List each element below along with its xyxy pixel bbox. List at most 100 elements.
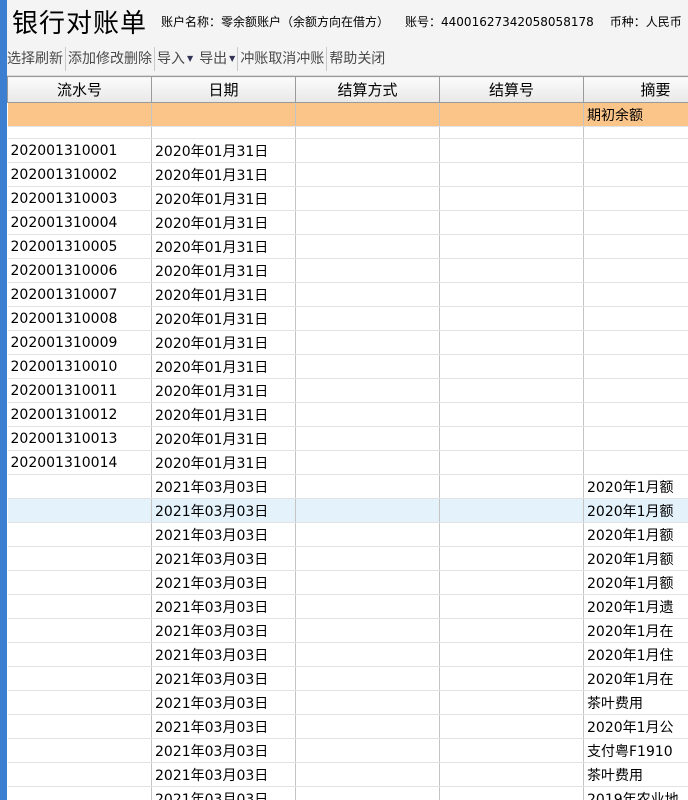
delete-button[interactable]: 删除: [124, 46, 152, 72]
select-button[interactable]: 选择: [7, 46, 35, 72]
export-dropdown-button[interactable]: 导出 ▼: [199, 46, 235, 72]
cancel-reverse-button[interactable]: 取消冲账: [268, 46, 324, 72]
cell-settlement-number: [439, 498, 584, 523]
cell-settlement-number: [439, 354, 584, 379]
table-row[interactable]: 202001310004 2020年01月31日: [7, 210, 688, 235]
cell-serial: [7, 498, 152, 523]
cell-memo: [583, 186, 688, 211]
cell-serial: [7, 594, 152, 619]
table-row[interactable]: 202001310001 2020年01月31日: [7, 138, 688, 163]
table-row[interactable]: 202001310006 2020年01月31日: [7, 258, 688, 283]
table-row[interactable]: 202001310012 2020年01月31日: [7, 402, 688, 427]
cell-memo: 2020年1月在: [583, 618, 688, 643]
table-row[interactable]: 202001310005 2020年01月31日: [7, 234, 688, 259]
cell-date: 2021年03月03日: [151, 570, 296, 595]
table-row[interactable]: 202001310013 2020年01月31日: [7, 426, 688, 451]
cell-date: 2020年01月31日: [151, 138, 296, 163]
cell-settlement-number: [439, 474, 584, 499]
cell-memo: [583, 378, 688, 403]
cell-date: 2020年01月31日: [151, 450, 296, 475]
column-header-date[interactable]: 日期: [151, 76, 296, 103]
table-row[interactable]: 202001310014 2020年01月31日: [7, 450, 688, 475]
cell-settlement-number: [439, 402, 584, 427]
cell-memo: 2020年1月额: [583, 474, 688, 499]
column-header-settlement-method[interactable]: 结算方式: [295, 76, 440, 103]
cell-settlement-number: [439, 738, 584, 763]
cell-settlement-number: [439, 618, 584, 643]
statement-grid[interactable]: 流水号 日期 结算方式 结算号 摘要 期初余额 202001310001 2020…: [7, 76, 688, 800]
table-row[interactable]: 2021年03月03日 2020年1月住: [7, 642, 688, 667]
close-button[interactable]: 关闭: [357, 46, 385, 72]
edit-button[interactable]: 修改: [96, 46, 124, 72]
cell-settlement-number: [439, 450, 584, 475]
import-dropdown-button[interactable]: 导入 ▼: [157, 46, 193, 72]
table-row[interactable]: 2021年03月03日 2020年1月在: [7, 666, 688, 691]
cell-date: 2021年03月03日: [151, 690, 296, 715]
table-row[interactable]: 2021年03月03日 2019年农业地: [7, 786, 688, 800]
cell-serial: 202001310007: [7, 282, 152, 307]
table-row[interactable]: 202001310002 2020年01月31日: [7, 162, 688, 187]
table-row[interactable]: 2021年03月03日 茶叶费用: [7, 690, 688, 715]
table-row[interactable]: 202001310010 2020年01月31日: [7, 354, 688, 379]
refresh-button[interactable]: 刷新: [35, 46, 63, 72]
table-row[interactable]: 2021年03月03日 2020年1月额: [7, 474, 688, 499]
cell-date: 2021年03月03日: [151, 498, 296, 523]
help-button[interactable]: 帮助: [329, 46, 357, 72]
cell-date: 2020年01月31日: [151, 234, 296, 259]
table-row[interactable]: 2021年03月03日 茶叶费用: [7, 762, 688, 787]
cell-memo: [583, 162, 688, 187]
table-row[interactable]: 202001310008 2020年01月31日: [7, 306, 688, 331]
cell-serial: 202001310002: [7, 162, 152, 187]
table-row[interactable]: 202001310007 2020年01月31日: [7, 282, 688, 307]
table-row[interactable]: 2021年03月03日 2020年1月在: [7, 618, 688, 643]
table-row[interactable]: 202001310011 2020年01月31日: [7, 378, 688, 403]
reverse-button[interactable]: 冲账: [240, 46, 268, 72]
cell-settlement-number: [439, 234, 584, 259]
table-row[interactable]: 202001310003 2020年01月31日: [7, 186, 688, 211]
table-row[interactable]: 202001310009 2020年01月31日: [7, 330, 688, 355]
cell-settlement-method: [295, 738, 440, 763]
cell-serial: [7, 738, 152, 763]
cell-date: 2020年01月31日: [151, 282, 296, 307]
add-button[interactable]: 添加: [68, 46, 96, 72]
table-row[interactable]: 2021年03月03日 2020年1月遗: [7, 594, 688, 619]
cell-settlement-method: [295, 498, 440, 523]
cell-serial: [7, 522, 152, 547]
table-row[interactable]: 2021年03月03日 2020年1月额: [7, 522, 688, 547]
cell-memo: 2020年1月额: [583, 498, 688, 523]
cell-settlement-number: [439, 102, 584, 127]
opening-balance-row[interactable]: 期初余额: [7, 102, 688, 127]
table-row[interactable]: 2021年03月03日 2020年1月公: [7, 714, 688, 739]
column-header-memo[interactable]: 摘要: [583, 76, 688, 103]
cell-date: 2021年03月03日: [151, 738, 296, 763]
cell-memo: [583, 282, 688, 307]
cell-settlement-method: [295, 162, 440, 187]
cell-memo: 2020年1月公: [583, 714, 688, 739]
column-header-settlement-number[interactable]: 结算号: [439, 76, 584, 103]
table-row[interactable]: 2021年03月03日 2020年1月额: [7, 498, 688, 523]
cell-serial: 202001310004: [7, 210, 152, 235]
cell-date: 2021年03月03日: [151, 786, 296, 800]
cell-date: 2020年01月31日: [151, 306, 296, 331]
table-row[interactable]: 2021年03月03日 2020年1月额: [7, 546, 688, 571]
cell-settlement-number: [439, 522, 584, 547]
cell-serial: [7, 666, 152, 691]
cell-memo: 2020年1月额: [583, 570, 688, 595]
statement-table: 流水号 日期 结算方式 结算号 摘要 期初余额 202001310001 2020…: [7, 76, 688, 800]
column-header-serial[interactable]: 流水号: [7, 76, 152, 103]
cell-settlement-number: [439, 330, 584, 355]
cell-settlement-number: [439, 162, 584, 187]
table-row[interactable]: 2021年03月03日 支付粤F1910: [7, 738, 688, 763]
cell-settlement-method: [295, 546, 440, 571]
cell-settlement-method: [295, 522, 440, 547]
cell-serial: [7, 762, 152, 787]
cell-serial: 202001310003: [7, 186, 152, 211]
export-label: 导出: [199, 50, 228, 67]
cell-date: 2021年03月03日: [151, 618, 296, 643]
table-row[interactable]: 2021年03月03日 2020年1月额: [7, 570, 688, 595]
cell-settlement-method: [295, 186, 440, 211]
cell-settlement-number: [439, 762, 584, 787]
cell-memo: 2020年1月遗: [583, 594, 688, 619]
cell-date: 2021年03月03日: [151, 594, 296, 619]
cell-memo: [583, 138, 688, 163]
